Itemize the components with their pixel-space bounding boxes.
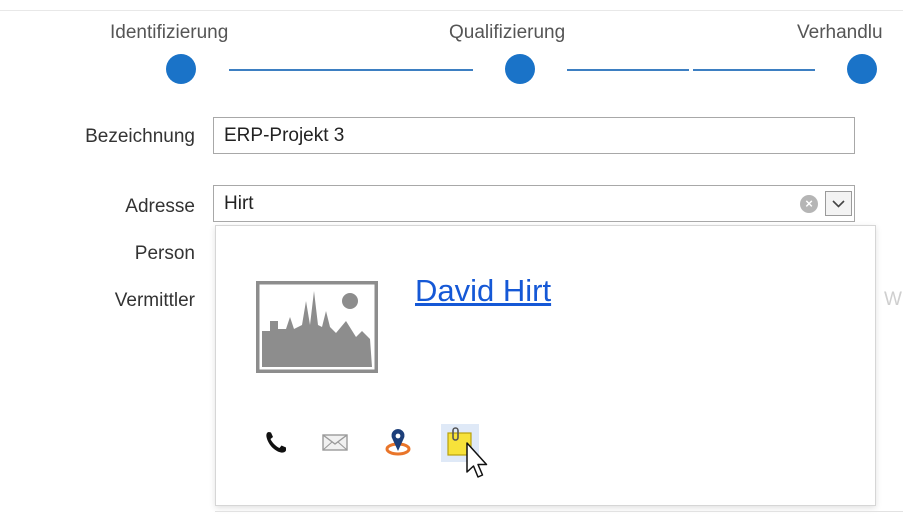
mail-icon[interactable] bbox=[319, 426, 351, 458]
phone-icon[interactable] bbox=[260, 426, 292, 458]
clear-icon[interactable]: × bbox=[800, 195, 818, 213]
step-connector bbox=[567, 69, 689, 71]
adresse-label: Adresse bbox=[125, 196, 195, 217]
bezeichnung-label: Bezeichnung bbox=[85, 126, 195, 147]
person-label: Person bbox=[134, 243, 195, 264]
bezeichnung-input[interactable]: ERP-Projekt 3 bbox=[213, 117, 855, 154]
top-divider bbox=[0, 10, 903, 11]
step-dot-identifizierung[interactable] bbox=[166, 54, 196, 84]
contact-name-link[interactable]: David Hirt bbox=[415, 273, 551, 309]
address-contact-popup: David Hirt bbox=[215, 225, 876, 506]
step-dot-verhandlung[interactable] bbox=[847, 54, 877, 84]
image-placeholder-icon bbox=[256, 281, 378, 373]
vermittler-label: Vermittler bbox=[114, 290, 195, 311]
chevron-down-icon bbox=[832, 200, 845, 208]
step-label-identifizierung: Identifizierung bbox=[110, 22, 229, 43]
adresse-combobox[interactable]: Hirt × bbox=[213, 185, 855, 222]
truncated-label-fragment: W bbox=[884, 289, 902, 310]
step-connector bbox=[229, 69, 473, 71]
mouse-cursor-icon bbox=[466, 442, 488, 478]
bezeichnung-value: ERP-Projekt 3 bbox=[224, 125, 345, 146]
step-label-verhandlung: Verhandlu bbox=[797, 22, 883, 43]
bottom-divider bbox=[215, 511, 903, 512]
step-label-qualifizierung: Qualifizierung bbox=[449, 22, 566, 43]
step-connector bbox=[693, 69, 815, 71]
dropdown-button[interactable] bbox=[825, 191, 852, 216]
adresse-value: Hirt bbox=[224, 193, 254, 214]
map-pin-icon[interactable] bbox=[382, 426, 414, 458]
step-dot-qualifizierung[interactable] bbox=[505, 54, 535, 84]
